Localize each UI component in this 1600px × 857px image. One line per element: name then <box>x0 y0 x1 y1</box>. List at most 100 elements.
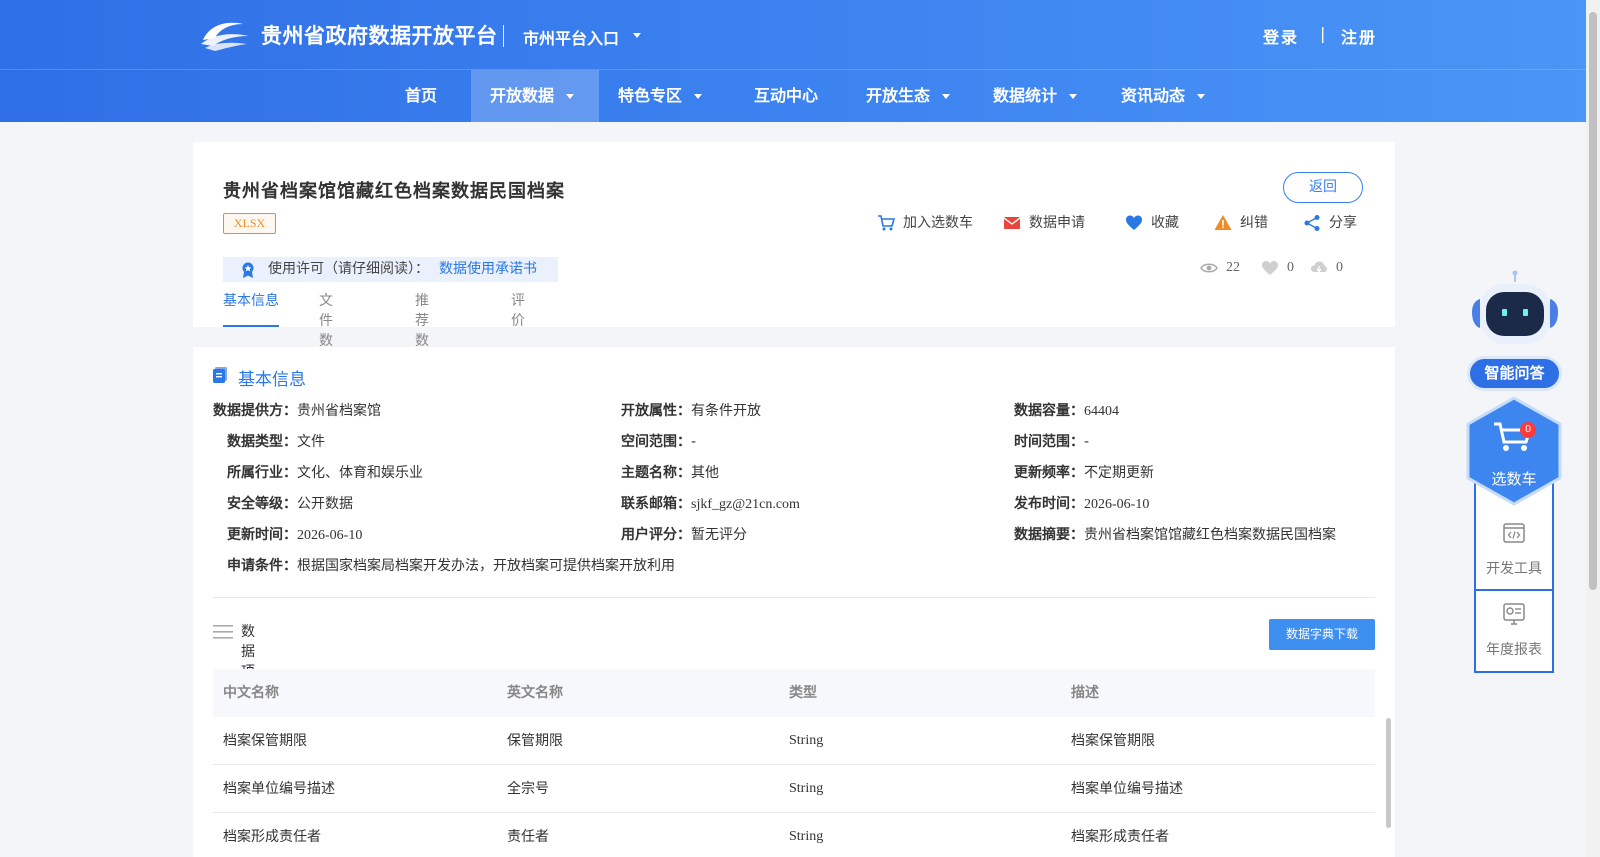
main-nav: 首页 开放数据 特色专区 互动中心 开放生态 数据统计 资讯动态 <box>0 70 1586 122</box>
tab-reviews[interactable]: 评价 <box>511 291 525 329</box>
column-header: 描述 <box>1071 685 1099 701</box>
download-count: 0 <box>1310 258 1350 278</box>
table-cell: 保管期限 <box>507 733 563 749</box>
annual-report-button[interactable]: 年度报表 <box>1476 591 1552 671</box>
site-title[interactable]: 贵州省政府数据开放平台 <box>261 20 498 50</box>
robot-assistant-icon[interactable] <box>1468 270 1562 348</box>
info-time-range: 时间范围：- <box>1014 434 1090 450</box>
tab-file-data[interactable]: 文件数据 <box>319 291 333 369</box>
like-count: 0 <box>1261 258 1301 278</box>
chevron-down-icon <box>694 94 703 99</box>
chevron-down-icon[interactable] <box>633 33 641 38</box>
nav-item-home[interactable]: 首页 <box>375 70 467 122</box>
info-theme: 主题名称：其他 <box>621 465 719 481</box>
add-to-cart-action[interactable]: 加入选数车 <box>877 212 987 234</box>
favorite-action[interactable]: 收藏 <box>1125 212 1195 234</box>
register-link[interactable]: 注册 <box>1341 24 1377 48</box>
info-user-rating: 用户评分：暂无评分 <box>621 527 747 543</box>
cart-icon <box>878 215 895 231</box>
nav-item-ecosystem[interactable]: 开放生态 <box>866 70 951 122</box>
warning-icon <box>1214 215 1232 230</box>
nav-item-interaction[interactable]: 互动中心 <box>754 70 818 122</box>
platform-logo[interactable] <box>199 16 251 52</box>
data-items-table: 中文名称 英文名称 类型 描述 档案保管期限 保管期限 String 档案保管期… <box>213 669 1391 857</box>
cloud-download-icon <box>1311 261 1327 273</box>
cart-count-badge: 0 <box>1520 422 1536 438</box>
cart-label: 选数车 <box>1491 470 1537 488</box>
tab-recommended[interactable]: 推荐数据 <box>415 291 429 369</box>
table-cell: 档案形成责任者 <box>223 829 321 845</box>
ai-qa-button[interactable]: 智能问答 <box>1467 356 1562 391</box>
heart-icon <box>1126 215 1142 230</box>
table-cell: 档案单位编号描述 <box>1071 781 1183 797</box>
info-capacity: 数据容量：64404 <box>1014 403 1119 419</box>
column-header: 英文名称 <box>507 685 563 701</box>
nav-item-statistics[interactable]: 数据统计 <box>993 70 1078 122</box>
back-button[interactable]: 返回 <box>1283 172 1363 203</box>
report-icon <box>1503 603 1525 625</box>
basic-info-card: 基本信息 数据提供方：贵州省档案馆 开放属性：有条件开放 数据容量：64404 … <box>193 347 1395 857</box>
table-cell: 档案保管期限 <box>223 733 307 749</box>
dataset-title: 贵州省档案馆馆藏红色档案数据民国档案 <box>223 181 565 202</box>
table-cell: 档案保管期限 <box>1071 733 1155 749</box>
city-platform-entry[interactable]: 市州平台入口 <box>523 25 619 49</box>
mail-icon <box>1003 217 1021 229</box>
info-data-type: 数据类型：文件 <box>227 434 325 450</box>
license-bar: 使用许可（请仔细阅读）： 数据使用承诺书 <box>223 257 558 282</box>
table-cell: String <box>789 781 824 796</box>
share-icon <box>1304 215 1320 231</box>
scrollbar-thumb[interactable] <box>1589 12 1597 590</box>
site-header: 贵州省政府数据开放平台 市州平台入口 登录 | 注册 首页 开放数据 特色专区 … <box>0 0 1586 122</box>
dictionary-download-button[interactable]: 数据字典下载 <box>1269 619 1375 650</box>
auth-separator: | <box>1320 24 1326 43</box>
view-count: 22 <box>1200 258 1250 278</box>
share-action[interactable]: 分享 <box>1303 212 1363 234</box>
info-apply-conditions: 申请条件：根据国家档案局档案开发办法，开放档案可提供档案开放利用 <box>227 558 675 574</box>
license-label: 使用许可（请仔细阅读）： <box>268 261 429 277</box>
chevron-down-icon <box>566 94 575 99</box>
heart-outline-icon <box>1262 261 1278 275</box>
column-header: 中文名称 <box>223 685 279 701</box>
info-update-time: 更新时间：2026-06-10 <box>227 527 363 543</box>
table-cell: String <box>789 733 824 748</box>
table-cell: String <box>789 829 824 844</box>
info-security-level: 安全等级：公开数据 <box>227 496 353 512</box>
section-divider <box>213 597 1375 598</box>
info-publish-time: 发布时间：2026-06-10 <box>1014 496 1150 512</box>
info-spatial-range: 空间范围：- <box>621 434 697 450</box>
document-icon <box>213 367 227 383</box>
info-open-attribute: 开放属性：有条件开放 <box>621 403 761 419</box>
nav-item-special-zone[interactable]: 特色专区 <box>618 70 703 122</box>
award-icon <box>242 262 254 278</box>
table-row: 档案保管期限 保管期限 String 档案保管期限 <box>213 717 1375 765</box>
table-cell: 档案形成责任者 <box>1071 829 1169 845</box>
info-contact-email: 联系邮箱：sjkf_gz@21cn.com <box>621 496 800 512</box>
license-agreement-link[interactable]: 数据使用承诺书 <box>439 257 537 282</box>
format-badge: XLSX <box>223 213 276 234</box>
table-cell: 档案单位编号描述 <box>223 781 335 797</box>
table-row: 档案单位编号描述 全宗号 String 档案单位编号描述 <box>213 765 1375 813</box>
table-header: 中文名称 英文名称 类型 描述 <box>213 669 1375 717</box>
page-scrollbar[interactable] <box>1586 0 1600 857</box>
nav-item-news[interactable]: 资讯动态 <box>1121 70 1206 122</box>
title-divider <box>503 25 504 47</box>
report-error-action[interactable]: 纠错 <box>1214 212 1274 234</box>
table-cell: 全宗号 <box>507 781 549 797</box>
eye-icon <box>1200 263 1218 273</box>
chevron-down-icon <box>942 94 951 99</box>
info-update-frequency: 更新频率：不定期更新 <box>1014 465 1154 481</box>
table-scrollbar[interactable] <box>1386 718 1391 828</box>
list-icon <box>213 625 233 639</box>
dev-tools-button[interactable]: 开发工具 <box>1476 510 1552 590</box>
cart-hexagon-button[interactable] <box>1464 396 1564 506</box>
nav-item-open-data[interactable]: 开放数据 <box>471 70 599 122</box>
login-link[interactable]: 登录 <box>1263 24 1299 48</box>
data-apply-action[interactable]: 数据申请 <box>1003 212 1103 234</box>
chevron-down-icon <box>1069 94 1078 99</box>
dataset-header-card: 贵州省档案馆馆藏红色档案数据民国档案 XLSX 使用许可（请仔细阅读）： 数据使… <box>193 142 1395 369</box>
info-industry: 所属行业：文化、体育和娱乐业 <box>227 465 423 481</box>
chevron-down-icon <box>1197 94 1206 99</box>
column-header: 类型 <box>789 685 817 701</box>
tab-basic-info[interactable]: 基本信息 <box>223 291 279 327</box>
top-bar: 贵州省政府数据开放平台 市州平台入口 登录 | 注册 <box>0 0 1586 70</box>
